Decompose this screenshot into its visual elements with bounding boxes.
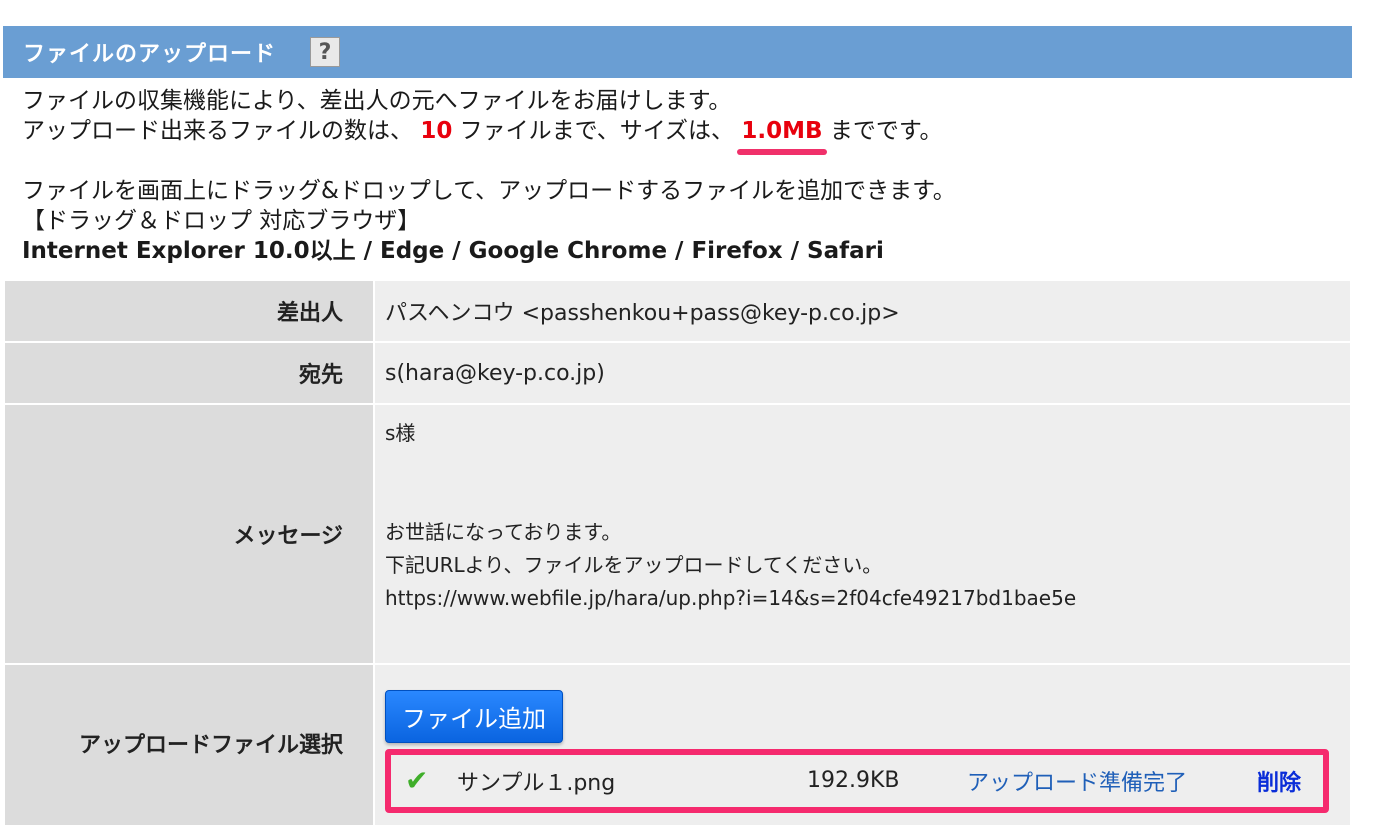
supported-browsers-list: Internet Explorer 10.0以上 / Edge / Google… bbox=[22, 238, 884, 264]
intro-line-2-post: までです。 bbox=[829, 118, 943, 144]
intro-line-2-mid: ファイルまで、サイズは、 bbox=[459, 118, 735, 144]
section-header: ファイルのアップロード ? bbox=[3, 26, 1352, 78]
upload-cell: ファイル追加 ✔ サンプル１.png 192.9KB アップロード準備完了 削除 bbox=[373, 663, 1352, 827]
file-status: アップロード準備完了 bbox=[967, 770, 1188, 796]
intro-line-1: ファイルの収集機能により、差出人の元へファイルをお届けします。 bbox=[22, 88, 732, 114]
message-label: メッセージ bbox=[3, 403, 375, 665]
drag-drop-line: ファイルを画面上にドラッグ&ドロップして、アップロードするファイルを追加できます… bbox=[22, 178, 956, 204]
to-value: s(hara@key-p.co.jp) bbox=[373, 341, 1352, 405]
message-row: メッセージ s様 お世話になっております。 下記URLより、ファイルをアップロー… bbox=[3, 403, 1352, 665]
upload-form-table: 差出人 パスヘンコウ <passhenkou+pass@key-p.co.jp>… bbox=[3, 279, 1352, 827]
intro-text: ファイルの収集機能により、差出人の元へファイルをお届けします。 アップロード出来… bbox=[22, 86, 943, 155]
file-count-limit: 10 bbox=[420, 118, 453, 144]
supported-browsers-heading: 【ドラッグ＆ドロップ 対応ブラウザ】 bbox=[22, 208, 421, 234]
check-icon: ✔ bbox=[405, 764, 429, 797]
section-title: ファイルのアップロード bbox=[23, 42, 277, 67]
sender-row: 差出人 パスヘンコウ <passhenkou+pass@key-p.co.jp> bbox=[3, 279, 1352, 343]
help-icon[interactable]: ? bbox=[310, 37, 341, 67]
file-size: 192.9KB bbox=[807, 768, 900, 793]
drag-drop-info: ファイルを画面上にドラッグ&ドロップして、アップロードするファイルを追加できます… bbox=[22, 176, 956, 266]
upload-row: アップロードファイル選択 ファイル追加 ✔ サンプル１.png 192.9KB … bbox=[3, 663, 1352, 827]
file-name: サンプル１.png bbox=[457, 770, 616, 796]
size-limit-underline bbox=[737, 149, 827, 155]
upload-label: アップロードファイル選択 bbox=[3, 663, 375, 827]
message-cell: s様 お世話になっております。 下記URLより、ファイルをアップロードしてくださ… bbox=[373, 403, 1352, 665]
delete-file-link[interactable]: 削除 bbox=[1257, 765, 1301, 797]
size-limit-wrapper: 1.0MB bbox=[737, 116, 827, 155]
intro-line-2-pre: アップロード出来るファイルの数は、 bbox=[22, 118, 413, 144]
add-file-button[interactable]: ファイル追加 bbox=[385, 689, 563, 743]
sender-label: 差出人 bbox=[3, 279, 375, 343]
to-label: 宛先 bbox=[3, 341, 375, 405]
to-row: 宛先 s(hara@key-p.co.jp) bbox=[3, 341, 1352, 405]
sender-value: パスヘンコウ <passhenkou+pass@key-p.co.jp> bbox=[373, 279, 1352, 343]
file-list-item: ✔ サンプル１.png 192.9KB アップロード準備完了 削除 bbox=[385, 748, 1329, 813]
intro-line-2: アップロード出来るファイルの数は、 10 ファイルまで、サイズは、 1.0MB … bbox=[22, 116, 943, 155]
size-limit: 1.0MB bbox=[741, 118, 823, 144]
message-body: s様 お世話になっております。 下記URLより、ファイルをアップロードしてくださ… bbox=[385, 421, 1077, 610]
